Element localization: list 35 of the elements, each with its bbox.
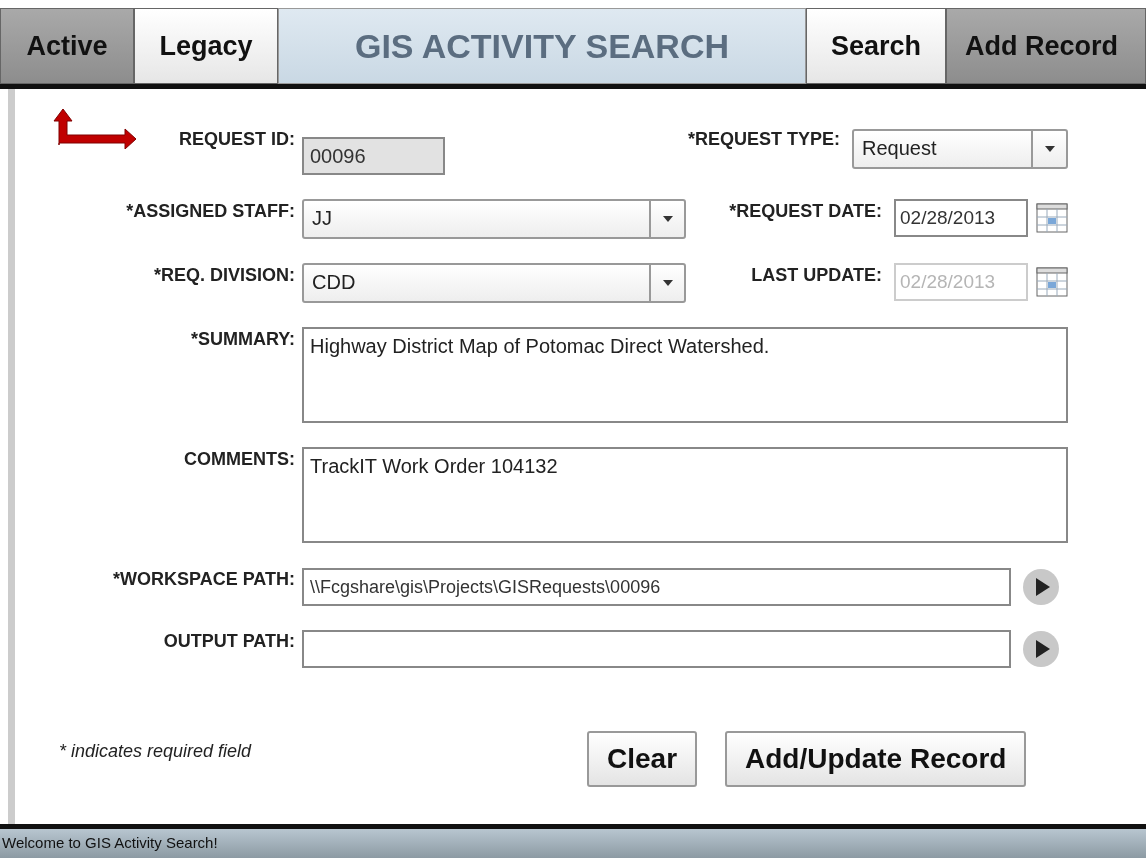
field-label: COMMENTS: (184, 449, 295, 470)
dropdown[interactable]: CDD (302, 263, 686, 303)
dropdown[interactable]: JJ (302, 199, 686, 239)
arrow-icon (53, 107, 137, 149)
app-title: GIS ACTIVITY SEARCH (278, 8, 806, 84)
play-icon[interactable] (1021, 629, 1061, 669)
caret-icon (662, 216, 673, 222)
text-area[interactable]: Highway District Map of Potomac Direct Watershed. (302, 327, 1068, 423)
calendar-icon[interactable] (1036, 267, 1068, 297)
field-label: *ASSIGNED STAFF: (126, 201, 295, 222)
field-label: REQUEST ID: (179, 129, 295, 150)
button[interactable]: Add/Update Record (725, 731, 1027, 787)
button[interactable]: Clear (587, 731, 698, 787)
caret-icon (662, 280, 673, 286)
caret-icon (1044, 146, 1055, 152)
field-label: *WORKSPACE PATH: (113, 569, 295, 590)
dropdown[interactable]: Request (852, 129, 1068, 169)
tab[interactable]: Search (806, 8, 946, 84)
field-label: *REQ. DIVISION: (153, 265, 295, 286)
tab[interactable]: Legacy (134, 8, 278, 84)
tab[interactable]: Add Record (946, 8, 1146, 84)
input-field[interactable] (302, 630, 1011, 668)
calendar-icon[interactable] (1036, 203, 1068, 233)
input-field[interactable]: \\Fcgshare\gis\Projects\GISRequests\00096 (302, 568, 1011, 606)
text-area[interactable]: TrackIT Work Order 104132 (302, 447, 1068, 543)
field-label: LAST UPDATE: (751, 265, 882, 286)
play-icon[interactable] (1021, 567, 1061, 607)
field-label: *REQUEST DATE: (729, 201, 882, 222)
tab[interactable]: Active (0, 8, 134, 84)
field-label: *SUMMARY: (191, 329, 295, 350)
field-label: OUTPUT PATH: (163, 631, 295, 652)
status-bar: Welcome to GIS Activity Search! (0, 824, 1146, 858)
date-field[interactable]: 02/28/2013 (894, 199, 1028, 237)
required-note: * indicates required field (59, 741, 253, 762)
field-label: *REQUEST TYPE: (687, 129, 840, 150)
